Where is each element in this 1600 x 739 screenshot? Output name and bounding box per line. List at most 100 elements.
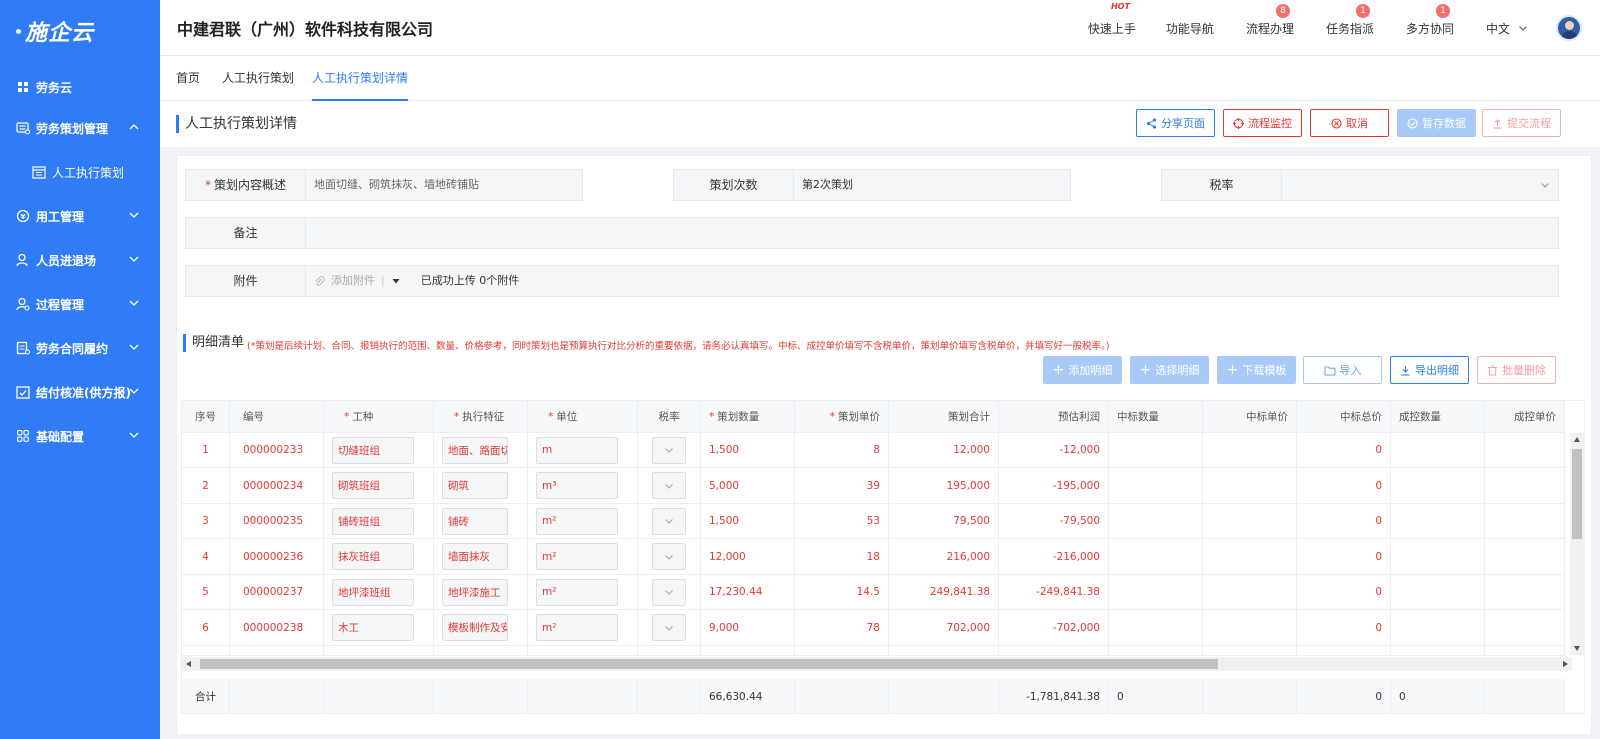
logo-dot (16, 28, 21, 34)
feature-input[interactable]: 墙面抹灰 (442, 543, 508, 570)
footer-cell (528, 679, 638, 713)
unit-input[interactable]: m² (536, 543, 618, 570)
cancel-button[interactable]: 取消 (1310, 109, 1389, 137)
trade-input[interactable]: 砌筑班组 (332, 472, 414, 499)
sidebar-item-label: 用工管理 (36, 209, 85, 224)
select-detail-button[interactable]: + 选择明细 (1130, 356, 1209, 384)
unit-input[interactable]: m (536, 436, 618, 464)
download-template-button[interactable]: + 下载模板 (1217, 356, 1296, 384)
feature-input[interactable]: 模板制作及安装 (442, 614, 508, 641)
table-cell: -195,000 (999, 468, 1109, 503)
caret-down-icon[interactable] (391, 276, 401, 286)
column-header: 成控单价 (1485, 401, 1565, 432)
nav-task-assign[interactable]: 1 任务指派 (1326, 3, 1374, 37)
column-header: * 策划数量 (701, 401, 795, 432)
page-title: 人工执行策划详情 (176, 115, 297, 133)
table-cell: 抹灰班组 (324, 539, 434, 574)
tab-home[interactable]: 首页 (176, 56, 200, 101)
nav-process-handling[interactable]: 8 流程办理 (1246, 3, 1294, 37)
button-label: 分享页面 (1161, 117, 1205, 130)
feature-input[interactable]: 地坪漆施工 (442, 578, 508, 606)
feature-input[interactable]: 砌筑 (442, 472, 508, 499)
tab-labor-execution-planning-detail[interactable]: 人工执行策划详情 (312, 56, 409, 101)
arrow-left-icon[interactable] (185, 660, 193, 668)
sidebar-item-labor-contract[interactable]: 劳务合同履约 (0, 326, 160, 370)
sidebar-item-employment[interactable]: ¥ 用工管理 (0, 194, 160, 238)
batch-delete-button[interactable]: 批量删除 (1477, 356, 1556, 384)
table-cell: 地面、路面切缝 (434, 433, 528, 467)
table-cell (638, 539, 701, 574)
sidebar-item-basic-config[interactable]: 基础配置 (0, 414, 160, 458)
nav-quick-start[interactable]: HOT 快速上手 (1088, 2, 1136, 37)
detail-list-note: (*策划是后续计划、合同、报销执行的范围、数量、价格参考，同时策划也是预算执行对… (247, 341, 1110, 352)
nav-collaboration[interactable]: 1 多方协同 (1406, 3, 1454, 37)
table-cell: 1,500 (701, 433, 795, 467)
sidebar-item-labor-planning[interactable]: 劳务策划管理 (0, 106, 160, 150)
tax-rate-select[interactable] (652, 614, 686, 641)
sidebar-item-labor-execution-planning[interactable]: 人工执行策划 (0, 150, 160, 194)
avatar[interactable] (1556, 15, 1582, 41)
sidebar-item-personnel-entry-exit[interactable]: 人员进退场 (0, 238, 160, 282)
arrow-up-icon[interactable] (1573, 436, 1581, 444)
vertical-scroll-thumb[interactable] (1572, 449, 1582, 539)
add-detail-button[interactable]: + 添加明细 (1043, 356, 1122, 384)
process-monitor-button[interactable]: 流程监控 (1223, 109, 1302, 137)
upload-icon (1493, 118, 1502, 129)
horizontal-scrollbar[interactable] (182, 657, 1572, 671)
submit-process-button[interactable]: 提交流程 (1482, 109, 1561, 137)
table-cell: 000000237 (230, 575, 324, 609)
export-detail-button[interactable]: 导出明细 (1390, 356, 1469, 384)
language-select[interactable]: 中文 (1486, 20, 1528, 37)
tax-rate-select[interactable] (1282, 170, 1558, 200)
unit-input[interactable]: m² (536, 614, 618, 641)
nav-function-guide[interactable]: 功能导航 (1166, 20, 1214, 37)
footer-cell: 0 (1109, 679, 1203, 713)
tax-rate-select[interactable] (652, 436, 686, 464)
vertical-scrollbar[interactable] (1570, 433, 1584, 655)
tax-rate-select[interactable] (652, 578, 686, 606)
button-label: 添加明细 (1068, 364, 1113, 377)
remark-input[interactable] (306, 218, 1558, 248)
logo[interactable]: 施企云 (0, 0, 160, 62)
table-cell: 0 (1297, 539, 1391, 574)
horizontal-scroll-thumb[interactable] (200, 659, 1218, 669)
arrow-down-icon[interactable] (1573, 644, 1581, 652)
share-page-button[interactable]: 分享页面 (1136, 109, 1215, 137)
feature-input[interactable]: 铺砖 (442, 507, 508, 535)
table-cell (1391, 575, 1485, 609)
table-cell (182, 646, 230, 655)
trade-input[interactable]: 抹灰班组 (332, 543, 414, 570)
save-draft-button[interactable]: 暂存数据 (1397, 109, 1476, 137)
unit-input[interactable]: m² (536, 578, 618, 606)
column-header: 中标单价 (1203, 401, 1297, 432)
column-header: 税率 (638, 401, 701, 432)
sidebar-item-label: 劳务云 (36, 80, 73, 95)
table-cell: 铺砖 (434, 504, 528, 538)
sidebar-item-settlement-approval[interactable]: 结付核准(供方报) (0, 370, 160, 414)
table-cell: 1 (182, 433, 230, 467)
chevron-down-icon (665, 625, 673, 631)
trade-input[interactable]: 地坪漆班组 (332, 578, 414, 606)
trade-input[interactable]: 切缝班组 (332, 436, 414, 464)
feature-input[interactable]: 地面、路面切缝 (442, 436, 508, 464)
tab-labor-execution-planning[interactable]: 人工执行策划 (222, 56, 294, 101)
unit-input[interactable]: m³ (536, 472, 618, 499)
sidebar-item-labor-cloud[interactable]: 劳务云 (0, 68, 160, 106)
add-attachment-button[interactable]: 添加附件 (314, 266, 375, 296)
unit-input[interactable]: m² (536, 507, 618, 535)
table-cell: 9,000 (701, 610, 795, 645)
trade-input[interactable]: 木工 (332, 614, 414, 641)
sidebar-item-process-management[interactable]: 过程管理 (0, 282, 160, 326)
table-cell (1391, 610, 1485, 645)
import-button[interactable]: 导入 (1303, 356, 1382, 384)
tax-rate-select[interactable] (652, 507, 686, 535)
trade-input[interactable]: 铺砖班组 (332, 507, 414, 535)
button-label: 导出明细 (1415, 364, 1459, 377)
tax-rate-select[interactable] (652, 543, 686, 570)
field-label: 税率 (1162, 170, 1282, 200)
upload-status: 已成功上传 0个附件 (420, 274, 520, 287)
column-header: 序号 (182, 401, 230, 432)
tax-rate-select[interactable] (652, 472, 686, 499)
arrow-right-icon[interactable] (1561, 660, 1569, 668)
content-summary-input[interactable]: 地面切缝、砌筑抹灰、墙地砖铺贴 (306, 170, 582, 200)
